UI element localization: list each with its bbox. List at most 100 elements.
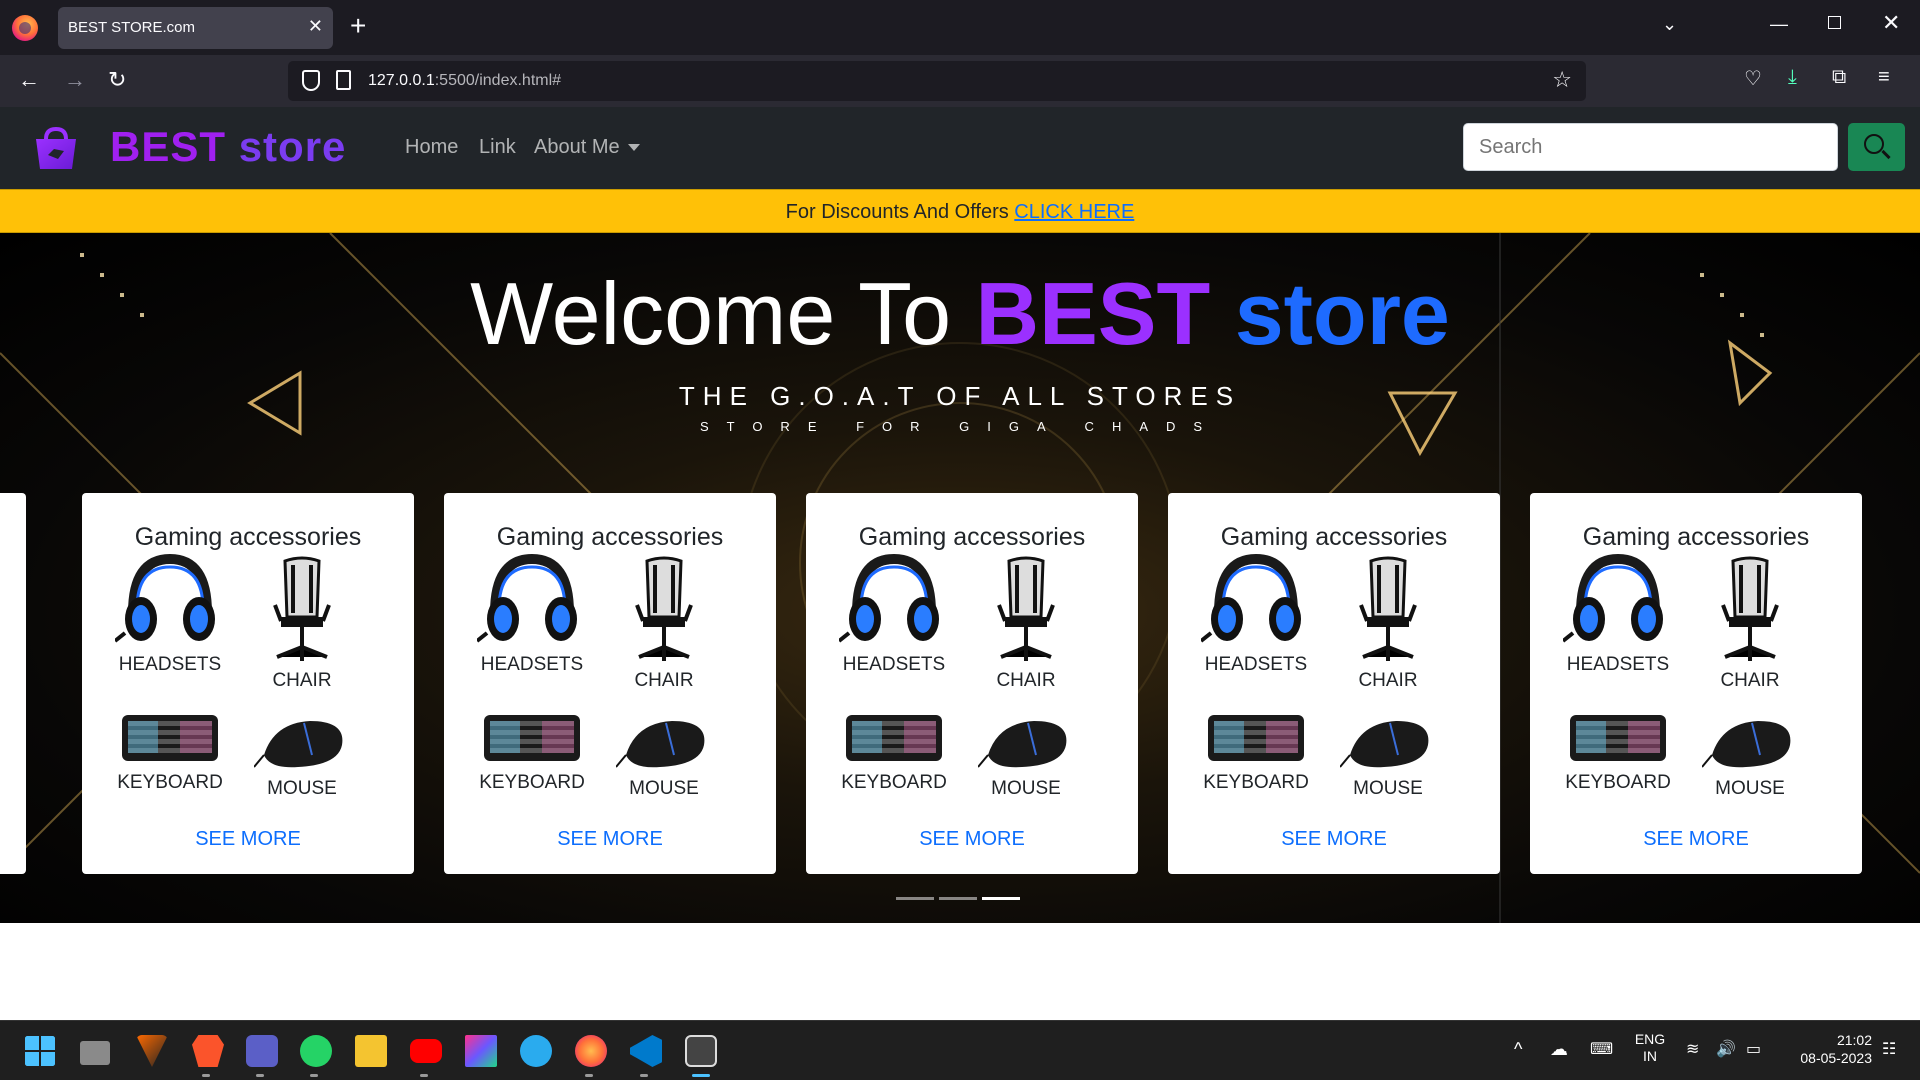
hero-sub-tagline: STORE FOR GIGA CHADS: [699, 419, 1221, 434]
teams-icon[interactable]: [246, 1035, 278, 1067]
keyboard-label: KEYBOARD: [1203, 772, 1309, 793]
see-more-link[interactable]: SEE MORE: [82, 828, 414, 851]
chair-icon: [273, 556, 331, 661]
extensions-icon[interactable]: ⧉: [1832, 66, 1846, 89]
tab-list-chevron-icon[interactable]: ⌄: [1662, 14, 1677, 35]
mouse-icon: [615, 721, 705, 768]
keyboard-label: KEYBOARD: [841, 772, 947, 793]
chair-item[interactable]: CHAIR: [604, 555, 724, 692]
nav-link-link[interactable]: Link: [479, 136, 516, 159]
chair-label: CHAIR: [634, 670, 694, 691]
battery-icon[interactable]: ▭: [1746, 1039, 1761, 1059]
headsets-item[interactable]: HEADSETS: [110, 553, 230, 676]
headsets-label: HEADSETS: [842, 654, 946, 675]
chair-item[interactable]: CHAIR: [242, 555, 362, 692]
banner-click-here-link[interactable]: CLICK HERE: [1014, 201, 1134, 223]
keyboard-icon: [1208, 715, 1304, 761]
nav-home-link[interactable]: Home: [405, 136, 458, 159]
firefox-taskbar-icon[interactable]: [575, 1035, 607, 1067]
card-title: Gaming accessories: [858, 523, 1086, 551]
jetbrains-icon[interactable]: [465, 1035, 497, 1067]
caret-down-icon: [627, 144, 640, 152]
shopping-bag-logo-icon[interactable]: [32, 125, 80, 171]
keyboard-item[interactable]: KEYBOARD: [1196, 711, 1316, 794]
menu-hamburger-icon[interactable]: ≡: [1878, 66, 1890, 89]
chair-item[interactable]: CHAIR: [966, 555, 1086, 692]
headsets-label: HEADSETS: [1566, 654, 1670, 675]
chair-item[interactable]: CHAIR: [1328, 555, 1448, 692]
carousel-indicator-1[interactable]: [896, 897, 934, 900]
headsets-item[interactable]: HEADSETS: [472, 553, 592, 676]
search-input[interactable]: [1463, 123, 1838, 171]
see-more-link[interactable]: SEE MORE: [444, 828, 776, 851]
volume-icon[interactable]: 🔊: [1716, 1039, 1736, 1059]
windows-start-icon[interactable]: [24, 1035, 56, 1067]
task-view-icon[interactable]: [80, 1041, 110, 1065]
keyboard-item[interactable]: KEYBOARD: [110, 711, 230, 794]
vivaldi-icon[interactable]: [136, 1035, 168, 1067]
mouse-label: MOUSE: [1715, 778, 1785, 799]
search-button[interactable]: [1848, 123, 1905, 171]
page-info-icon[interactable]: [336, 70, 351, 90]
card-title: Gaming accessories: [134, 523, 362, 551]
clock[interactable]: 21:02 08-05-2023: [1782, 1031, 1872, 1067]
forward-arrow-icon[interactable]: →: [64, 67, 86, 93]
window-close-icon[interactable]: ✕: [1882, 10, 1900, 36]
tray-chevron-up-icon[interactable]: ^: [1514, 1039, 1522, 1060]
telegram-icon[interactable]: [520, 1035, 552, 1067]
chair-item[interactable]: CHAIR: [1690, 555, 1810, 692]
mouse-item[interactable]: MOUSE: [604, 715, 724, 800]
new-tab-button[interactable]: +: [350, 10, 366, 42]
vscode-icon[interactable]: [630, 1035, 662, 1067]
mouse-item[interactable]: MOUSE: [966, 715, 1086, 800]
back-arrow-icon[interactable]: ←: [18, 67, 40, 93]
card-title: Gaming accessories: [496, 523, 724, 551]
pocket-icon[interactable]: ♡: [1744, 66, 1762, 91]
keyboard-item[interactable]: KEYBOARD: [472, 711, 592, 794]
mouse-label: MOUSE: [991, 778, 1061, 799]
keyboard-tray-icon[interactable]: ⌨: [1590, 1039, 1613, 1059]
carousel-indicator-3[interactable]: [982, 897, 1020, 900]
see-more-link[interactable]: SEE MORE: [1168, 828, 1500, 851]
keyboard-item[interactable]: KEYBOARD: [834, 711, 954, 794]
bookmark-star-icon[interactable]: ☆: [1552, 67, 1572, 93]
product-card-3: Gaming accessories HEADSETS CHAIR KEYBOA…: [806, 493, 1138, 874]
chair-label: CHAIR: [1358, 670, 1418, 691]
notifications-icon[interactable]: ☷: [1882, 1039, 1896, 1059]
mouse-item[interactable]: MOUSE: [1328, 715, 1448, 800]
mouse-icon: [977, 721, 1067, 768]
headsets-item[interactable]: HEADSETS: [1558, 553, 1678, 676]
window-restore-icon[interactable]: [1828, 16, 1841, 29]
headset-icon: [1199, 553, 1301, 643]
snipping-tool-icon[interactable]: [685, 1035, 717, 1067]
headsets-item[interactable]: HEADSETS: [834, 553, 954, 676]
reload-icon[interactable]: ↻: [108, 67, 126, 93]
download-icon[interactable]: ⤓: [1788, 66, 1797, 89]
firefox-icon[interactable]: [12, 15, 38, 41]
keyboard-item[interactable]: KEYBOARD: [1558, 711, 1678, 794]
carousel-indicator-2[interactable]: [939, 897, 977, 900]
youtube-icon[interactable]: [410, 1039, 442, 1063]
mouse-item[interactable]: MOUSE: [242, 715, 362, 800]
browser-tab-bar: BEST STORE.com ✕ + ⌄ — ✕: [0, 0, 1920, 55]
url-text[interactable]: 127.0.0.1:5500/index.html#: [368, 72, 561, 90]
window-minimize-icon[interactable]: —: [1770, 14, 1788, 35]
whatsapp-icon[interactable]: [300, 1035, 332, 1067]
address-bar[interactable]: 127.0.0.1:5500/index.html# ☆: [288, 61, 1586, 101]
file-explorer-icon[interactable]: [355, 1035, 387, 1067]
nav-about-dropdown[interactable]: About Me: [534, 136, 640, 159]
brave-icon[interactable]: [192, 1035, 224, 1067]
keyboard-icon: [846, 715, 942, 761]
headsets-item[interactable]: HEADSETS: [1196, 553, 1316, 676]
chair-icon: [1359, 556, 1417, 661]
wifi-icon[interactable]: ≋: [1686, 1039, 1699, 1059]
see-more-link[interactable]: SEE MORE: [806, 828, 1138, 851]
see-more-link[interactable]: SEE MORE: [1530, 828, 1862, 851]
onedrive-cloud-icon[interactable]: ☁: [1550, 1039, 1568, 1060]
language-indicator[interactable]: ENG IN: [1630, 1031, 1670, 1065]
browser-tab[interactable]: BEST STORE.com ✕: [58, 7, 333, 49]
shield-icon[interactable]: [302, 70, 320, 91]
tab-close-icon[interactable]: ✕: [308, 16, 323, 37]
brand-wordmark[interactable]: BEST store: [110, 123, 346, 171]
mouse-item[interactable]: MOUSE: [1690, 715, 1810, 800]
